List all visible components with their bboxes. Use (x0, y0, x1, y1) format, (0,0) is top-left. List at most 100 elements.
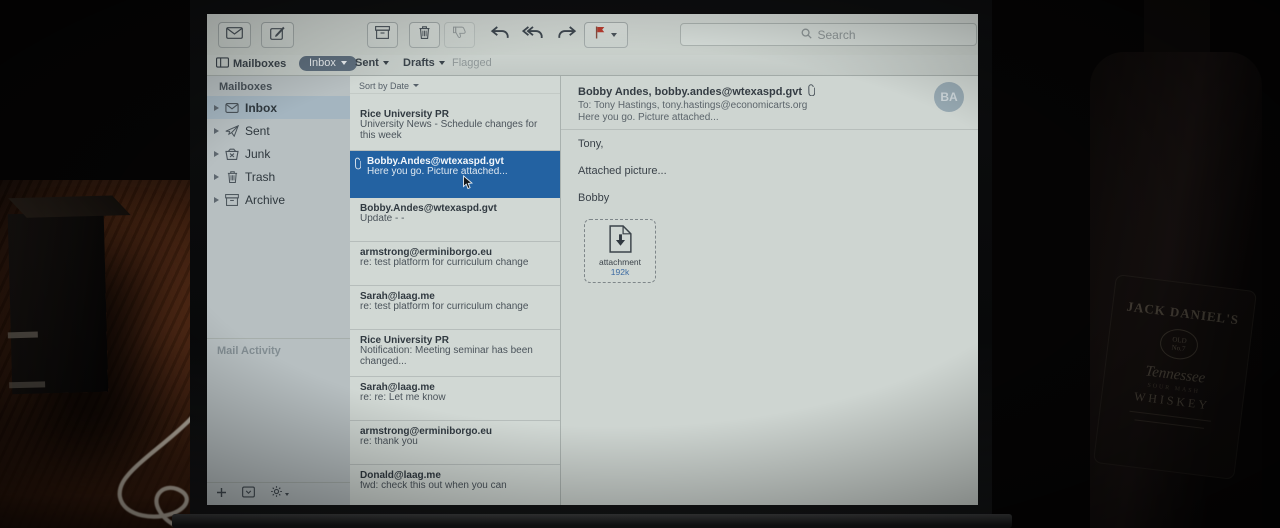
chevron-down-icon (383, 61, 389, 65)
sidebar-list: InboxSent Junk TrashArchive (207, 96, 350, 211)
disclosure-triangle-icon[interactable] (214, 128, 219, 134)
avatar: BA (934, 82, 964, 112)
drafts-label: Drafts (403, 57, 435, 69)
inbox-envelope-icon (224, 103, 240, 113)
reply-button[interactable] (486, 22, 513, 46)
message-from: Bobby Andes, bobby.andes@wtexaspd.gvt (578, 84, 918, 99)
message-list-item[interactable]: Rice University PRNotification: Meeting … (350, 330, 560, 377)
bottle-no7-text: OLD No.7 (1158, 327, 1200, 361)
attachment-size: 192k (611, 267, 629, 277)
hide-panel-button[interactable] (242, 485, 255, 503)
get-mail-button[interactable] (218, 22, 251, 48)
favorites-drafts[interactable]: Drafts (403, 57, 445, 69)
envelope-icon (226, 26, 243, 44)
forward-icon (557, 25, 577, 44)
message-sender: armstrong@erminiborgo.eu (360, 426, 550, 437)
message-sender: armstrong@erminiborgo.eu (360, 247, 550, 258)
trash-can-icon (224, 171, 240, 183)
message-list-item[interactable]: Bobby.Andes@wtexaspd.gvtUpdate - - (350, 198, 560, 242)
message-sender: Sarah@laag.me (360, 291, 550, 302)
bottle-label: JACK DANIEL'S OLD No.7 Tennessee SOUR MA… (1093, 274, 1257, 480)
sidebar-item-junk[interactable]: Junk (207, 142, 350, 165)
flag-button[interactable] (584, 22, 628, 48)
sidebar-item-archive[interactable]: Archive (207, 188, 350, 211)
message-header: Bobby Andes, bobby.andes@wtexaspd.gvt To… (561, 76, 978, 130)
message-subject: fwd: check this out when you can (360, 481, 550, 492)
message-list-item[interactable]: armstrong@erminiborgo.eure: test platfor… (350, 242, 560, 286)
body-line: Tony, (578, 138, 978, 150)
bottle-fine-print (1134, 419, 1204, 429)
archive-button[interactable] (367, 22, 398, 48)
disclosure-triangle-icon[interactable] (214, 151, 219, 157)
message-list-item[interactable]: Bobby.Andes@wtexaspd.gvtHere you go. Pic… (350, 151, 560, 198)
paperclip-icon (354, 157, 361, 175)
thumbs-down-icon (452, 26, 467, 44)
sent-plane-icon (224, 125, 240, 137)
archive-icon (375, 26, 390, 44)
message-subject: re: re: Let me know (360, 393, 550, 404)
message-sender: Bobby.Andes@wtexaspd.gvt (360, 203, 550, 214)
disclosure-triangle-icon[interactable] (214, 174, 219, 180)
photo-scene: Search Mailboxes Inbox Sent Drafts Flagg… (0, 0, 1280, 528)
archive-box-icon (224, 194, 240, 206)
sidebar-item-inbox[interactable]: Inbox (207, 96, 350, 119)
mail-toolbar: Search (207, 14, 978, 56)
attachment-tile[interactable]: attachment 192k (584, 219, 656, 283)
sent-label: Sent (355, 57, 379, 69)
message-list-item[interactable]: Donald@laag.mefwd: check this out when y… (350, 465, 560, 505)
gear-icon (270, 485, 283, 503)
message-preview: Here you go. Picture attached... (578, 112, 918, 123)
sidebar-item-label: Junk (245, 147, 270, 161)
show-mailboxes-button[interactable]: Mailboxes (216, 57, 286, 71)
junk-button[interactable] (444, 22, 475, 48)
message-list-item[interactable]: Sarah@laag.mere: re: Let me know (350, 377, 560, 421)
chevron-down-icon (439, 61, 445, 65)
disclosure-triangle-icon[interactable] (214, 105, 219, 111)
compose-button[interactable] (261, 22, 294, 48)
search-input[interactable]: Search (680, 23, 977, 46)
delete-button[interactable] (409, 22, 440, 48)
sidebar-header: Mailboxes (219, 81, 350, 93)
favorites-inbox[interactable]: Inbox (299, 56, 357, 71)
reply-all-icon (522, 25, 544, 44)
mailboxes-panel-icon (216, 57, 229, 71)
message-sender: Sarah@laag.me (360, 382, 550, 393)
reading-pane: Bobby Andes, bobby.andes@wtexaspd.gvt To… (561, 76, 978, 505)
forward-button[interactable] (553, 22, 580, 46)
add-mailbox-button[interactable] (216, 485, 227, 503)
message-body: Tony, Attached picture... Bobby attachme… (561, 130, 978, 283)
message-list-item[interactable]: Sarah@laag.mere: test platform for curri… (350, 286, 560, 330)
reply-all-button[interactable] (519, 22, 547, 46)
favorites-sent[interactable]: Sent (355, 57, 389, 69)
message-subject: Here you go. Picture attached... (367, 167, 550, 178)
mouse-cursor (462, 175, 473, 196)
sort-by-button[interactable]: Sort by Date (350, 76, 560, 94)
sort-label: Sort by Date (359, 81, 409, 91)
message-list-item[interactable]: Rice University PRUniversity News - Sche… (350, 104, 560, 151)
chevron-down-icon (413, 84, 419, 87)
message-subject: re: thank you (360, 437, 550, 448)
sidebar-item-trash[interactable]: Trash (207, 165, 350, 188)
from-text: Bobby Andes, bobby.andes@wtexaspd.gvt (578, 86, 802, 98)
favorites-bar: Mailboxes Inbox Sent Drafts Flagged (207, 55, 978, 76)
message-list-item[interactable]: armstrong@erminiborgo.eure: thank you (350, 421, 560, 465)
drive-highlight (8, 332, 38, 339)
junk-bin-icon (224, 148, 240, 160)
favorites-flagged[interactable]: Flagged (452, 57, 492, 69)
paperclip-icon (807, 84, 815, 99)
sidebar-item-sent[interactable]: Sent (207, 119, 350, 142)
flag-icon (595, 26, 605, 44)
message-subject: University News - Schedule changes for t… (360, 120, 550, 141)
message-sender: Bobby.Andes@wtexaspd.gvt (367, 156, 550, 167)
whiskey-bottle: JACK DANIEL'S OLD No.7 Tennessee SOUR MA… (1090, 0, 1262, 528)
panel-chevron-icon (242, 485, 255, 503)
message-to: To: Tony Hastings, tony.hastings@economi… (578, 100, 918, 111)
message-subject: re: test platform for curriculum change (360, 258, 550, 269)
mailboxes-sidebar: Mailboxes InboxSentJunkTrashArchive Mail… (207, 76, 351, 505)
message-subject: re: test platform for curriculum change (360, 302, 550, 313)
disclosure-triangle-icon[interactable] (214, 197, 219, 203)
action-menu-button[interactable] (270, 485, 289, 503)
bottle-brand-text: JACK DANIEL'S (1126, 299, 1240, 329)
body-line: Attached picture... (578, 165, 978, 177)
chevron-down-icon (611, 33, 617, 37)
